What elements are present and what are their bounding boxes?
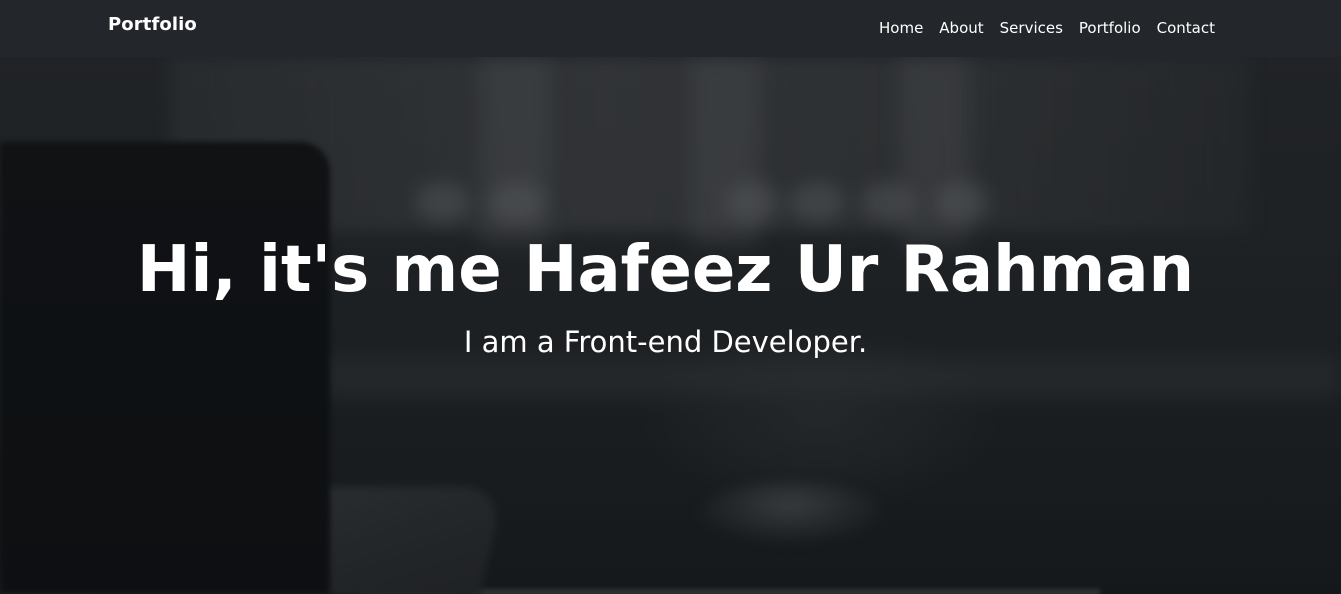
hero-section: Hi, it's me Hafeez Ur Rahman I am a Fron… <box>0 57 1341 594</box>
portfolio-page: Portfolio Home About Services Portfolio … <box>0 0 1341 594</box>
brand-logo-link[interactable]: Portfolio <box>108 14 197 35</box>
hero-title: Hi, it's me Hafeez Ur Rahman <box>136 233 1195 307</box>
nav-link-home[interactable]: Home <box>879 19 923 37</box>
nav-menu: Home About Services Portfolio Contact <box>879 19 1215 37</box>
nav-link-services[interactable]: Services <box>1000 19 1063 37</box>
nav-link-portfolio[interactable]: Portfolio <box>1079 19 1141 37</box>
hero-subtitle: I am a Front-end Developer. <box>463 325 868 359</box>
navbar: Portfolio Home About Services Portfolio … <box>0 0 1341 57</box>
nav-link-contact[interactable]: Contact <box>1157 19 1215 37</box>
nav-link-about[interactable]: About <box>939 19 983 37</box>
